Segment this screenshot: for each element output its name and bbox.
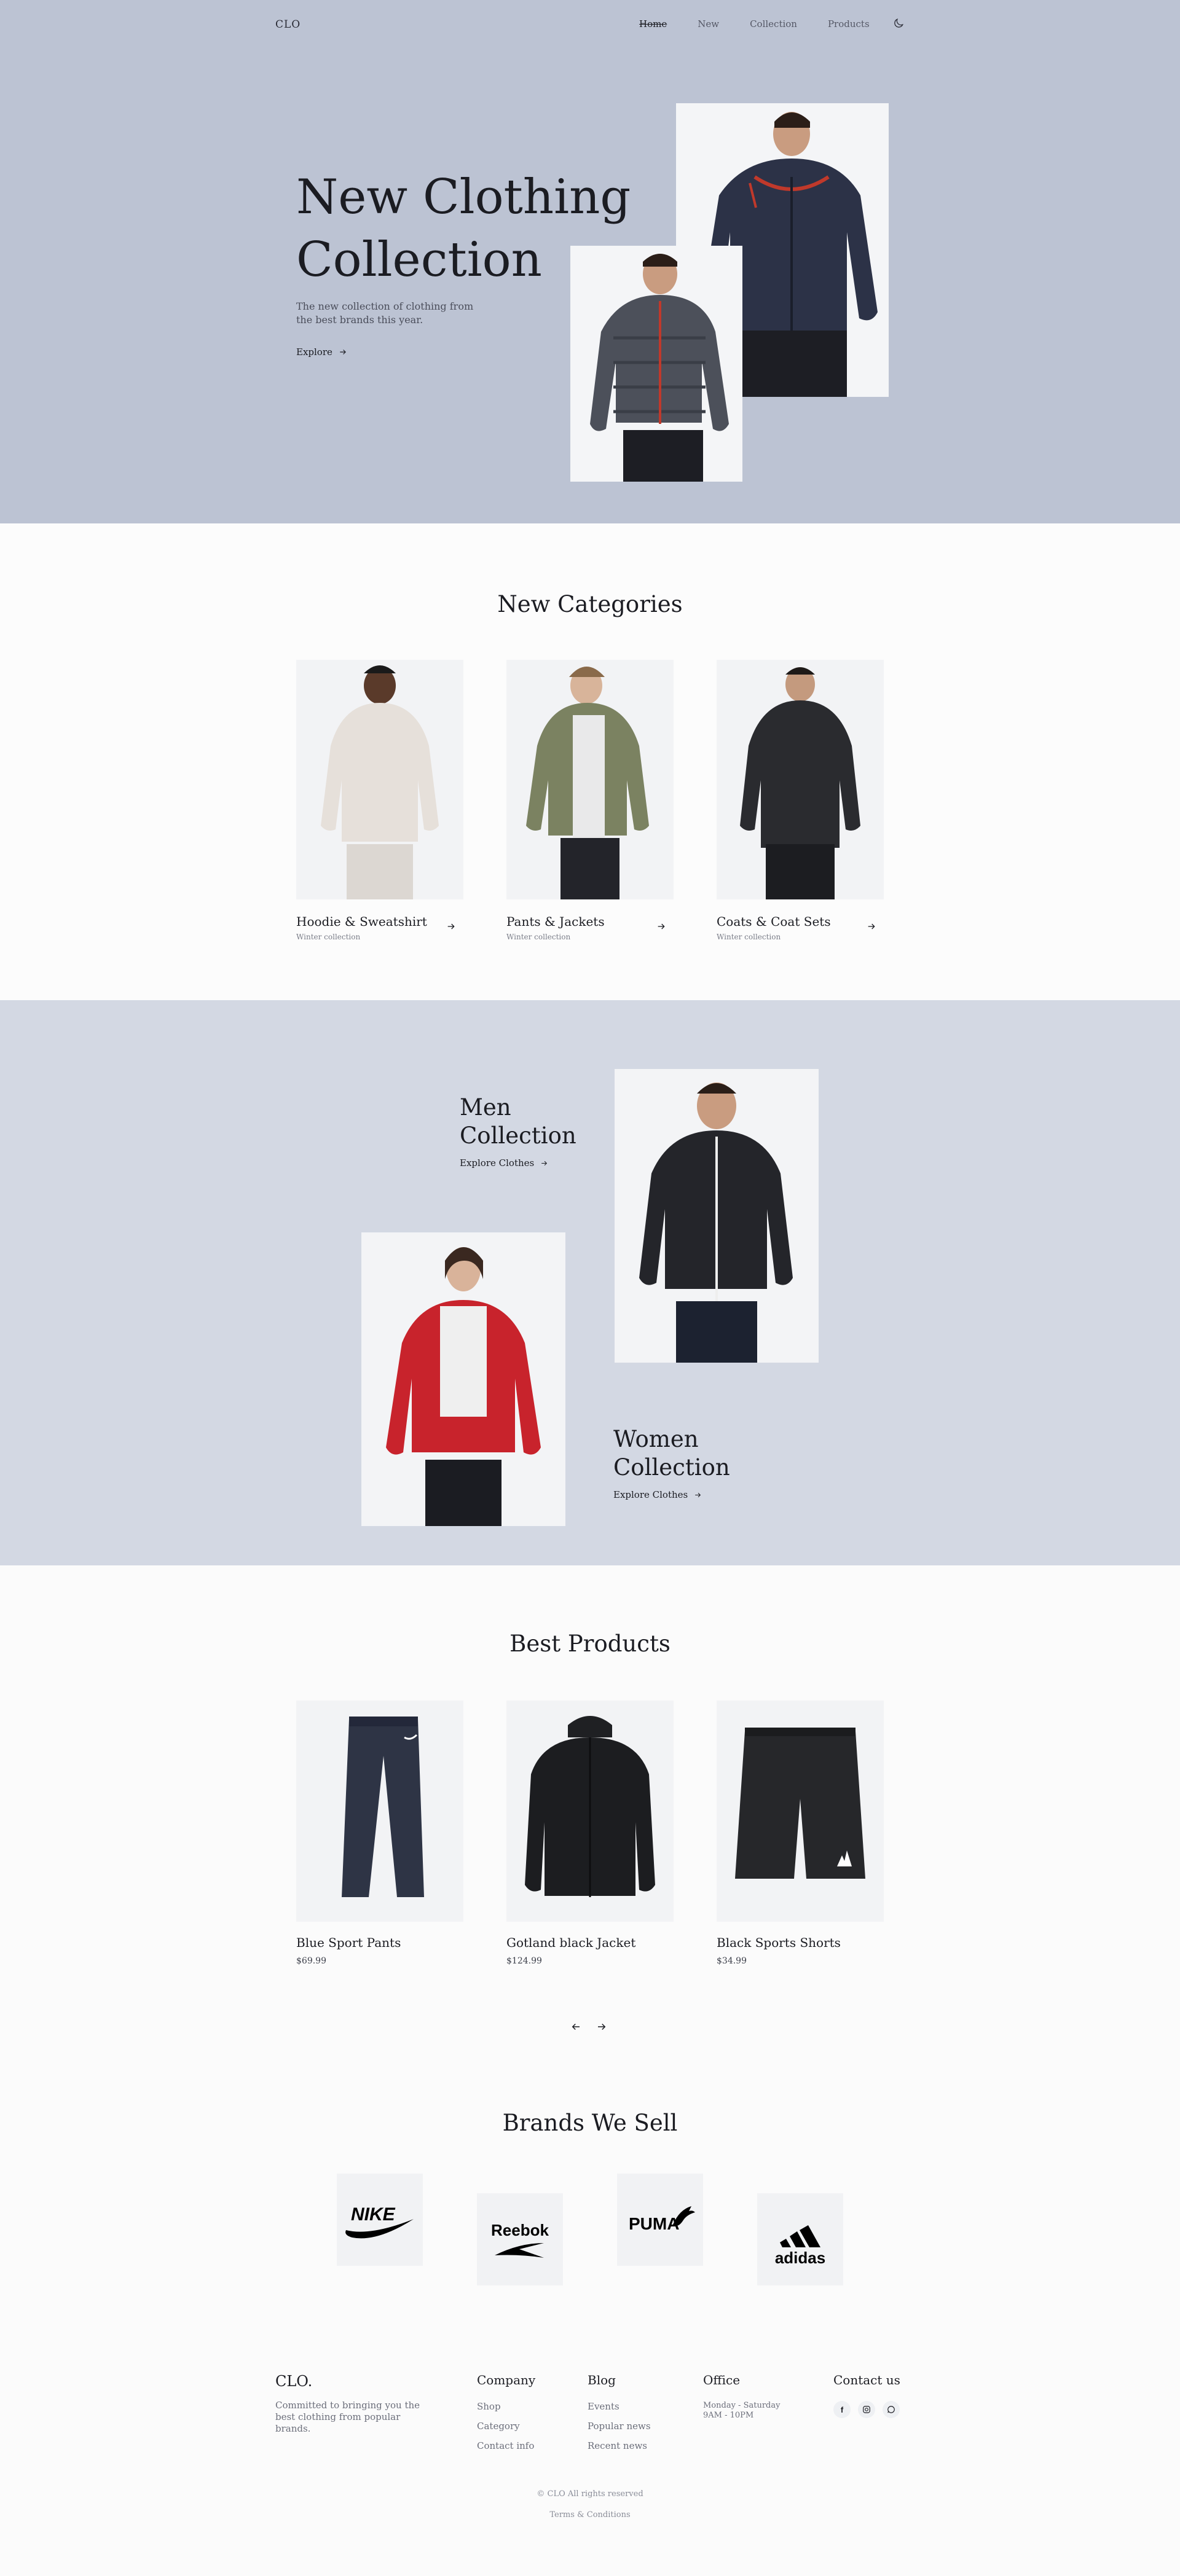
women-collection-image[interactable] [361, 1232, 565, 1526]
category-name: Coats & Coat Sets [717, 914, 831, 929]
instagram-icon[interactable] [858, 2401, 875, 2418]
women-explore-link[interactable]: Explore Clothes [613, 1489, 702, 1500]
nav-link-products[interactable]: Products [828, 18, 870, 29]
footer-link-category[interactable]: Category [477, 2421, 535, 2432]
brand-logo-adidas[interactable]: adidas [757, 2193, 843, 2285]
men-explore-label: Explore Clothes [460, 1157, 535, 1169]
footer-link-shop[interactable]: Shop [477, 2401, 535, 2412]
brands-section: Brands We Sell NIKE Reebok PUMA adidas [0, 2088, 1180, 2358]
category-card-coats[interactable]: Coats & Coat Sets Winter collection [717, 660, 884, 941]
hero-image-jacket-quilted [570, 246, 742, 482]
women-explore-label: Explore Clothes [613, 1489, 688, 1500]
footer-company-title: Company [477, 2373, 536, 2387]
men-collection-image[interactable] [615, 1069, 819, 1363]
brand-logo-puma[interactable]: PUMA [617, 2174, 703, 2266]
whatsapp-icon[interactable] [883, 2401, 900, 2418]
product-image-sport-pants [296, 1701, 463, 1922]
footer-link-popular-news[interactable]: Popular news [588, 2421, 651, 2432]
collections-section: Men Collection Explore Clothes Women Col… [0, 1000, 1180, 1565]
footer-office-title: Office [703, 2373, 741, 2387]
product-name: Black Sports Shorts [717, 1935, 841, 1950]
brand-name-reebok: Reebok [491, 2221, 549, 2239]
nav-logo[interactable]: CLO [275, 18, 301, 31]
footer-office-column: Office Monday - Saturday 9AM - 10PM [703, 2373, 789, 2421]
copyright-text: © CLO All rights reserved [537, 2489, 643, 2499]
products-section: Best Products Blue Sport Pants $69.99 Go… [0, 1565, 1180, 2088]
category-image-pants [506, 660, 674, 899]
arrow-right-icon [541, 1161, 548, 1165]
hero-description: The new collection of clothing from the … [296, 300, 474, 326]
men-explore-link[interactable]: Explore Clothes [460, 1157, 548, 1169]
arrow-left-icon[interactable] [570, 2021, 581, 2035]
category-subtitle: Winter collection [296, 933, 361, 941]
terms-link[interactable]: Terms & Conditions [0, 2510, 1180, 2519]
category-card-pants[interactable]: Pants & Jackets Winter collection [506, 660, 674, 941]
footer-contact-column: Contact us f [833, 2373, 900, 2418]
brand-name-puma: PUMA [629, 2214, 679, 2233]
hero-section: New Clothing Collection The new collecti… [0, 0, 1180, 523]
product-price: $124.99 [506, 1956, 542, 1966]
footer-office-hours: Monday - Saturday 9AM - 10PM [703, 2401, 781, 2420]
product-image-black-jacket [506, 1701, 674, 1922]
facebook-icon[interactable]: f [833, 2401, 851, 2418]
category-image-coats [717, 660, 884, 899]
arrow-right-icon[interactable] [867, 922, 876, 931]
footer-link-contact-info[interactable]: Contact info [477, 2440, 535, 2451]
arrow-right-icon[interactable] [596, 2021, 607, 2035]
moon-icon[interactable] [892, 17, 905, 29]
category-subtitle: Winter collection [717, 933, 781, 941]
brand-name-nike: NIKE [351, 2204, 396, 2225]
footer-contact-title: Contact us [833, 2373, 900, 2387]
product-card[interactable]: Gotland black Jacket $124.99 [506, 1701, 674, 1966]
brand-logo-nike[interactable]: NIKE [337, 2174, 423, 2266]
products-title: Best Products [509, 1631, 671, 1657]
category-name: Pants & Jackets [506, 914, 605, 929]
arrow-right-icon [340, 350, 346, 354]
categories-title: New Categories [497, 591, 683, 617]
women-collection-title: Women Collection [613, 1426, 730, 1481]
footer-logo[interactable]: CLO. [275, 2373, 312, 2390]
footer-link-events[interactable]: Events [588, 2401, 651, 2412]
category-image-hoodie [296, 660, 463, 899]
footer-blog-title: Blog [588, 2373, 616, 2387]
nav-link-collection[interactable]: Collection [750, 18, 797, 29]
brands-title: Brands We Sell [502, 2110, 678, 2136]
product-card[interactable]: Black Sports Shorts $34.99 [717, 1701, 884, 1966]
product-price: $34.99 [717, 1956, 747, 1966]
arrow-right-icon[interactable] [656, 922, 666, 931]
arrow-right-icon [695, 1492, 701, 1497]
product-name: Blue Sport Pants [296, 1935, 401, 1950]
hero-explore-button[interactable]: Explore [296, 346, 347, 358]
product-price: $69.99 [296, 1956, 326, 1966]
categories-section: New Categories Hoodie & Sweatshirt Winte… [0, 523, 1180, 1000]
footer-company-column: Company Shop Category Contact info [477, 2373, 535, 2460]
footer-link-recent-news[interactable]: Recent news [588, 2440, 651, 2451]
brand-logo-reebok[interactable]: Reebok [477, 2193, 563, 2285]
hero-explore-label: Explore [296, 346, 332, 358]
men-collection-title: Men Collection [460, 1094, 576, 1149]
product-image-sports-shorts [717, 1701, 884, 1922]
nav-links: Home New Collection Products [639, 18, 900, 29]
product-card[interactable]: Blue Sport Pants $69.99 [296, 1701, 463, 1966]
product-name: Gotland black Jacket [506, 1935, 636, 1950]
products-pager [570, 2021, 607, 2035]
footer-description: Committed to bringing you the best cloth… [275, 2400, 420, 2434]
category-card-hoodie[interactable]: Hoodie & Sweatshirt Winter collection [296, 660, 463, 941]
footer-socials: f [833, 2401, 900, 2418]
footer: CLO. Committed to bringing you the best … [0, 2358, 1180, 2576]
category-name: Hoodie & Sweatshirt [296, 914, 427, 929]
top-nav: CLO Home New Collection Products [0, 0, 1180, 49]
brand-name-adidas: adidas [775, 2249, 825, 2267]
footer-blog-column: Blog Events Popular news Recent news [588, 2373, 651, 2460]
arrow-right-icon[interactable] [446, 922, 456, 931]
nav-link-new[interactable]: New [698, 18, 719, 29]
category-subtitle: Winter collection [506, 933, 571, 941]
nav-link-home[interactable]: Home [639, 18, 667, 29]
